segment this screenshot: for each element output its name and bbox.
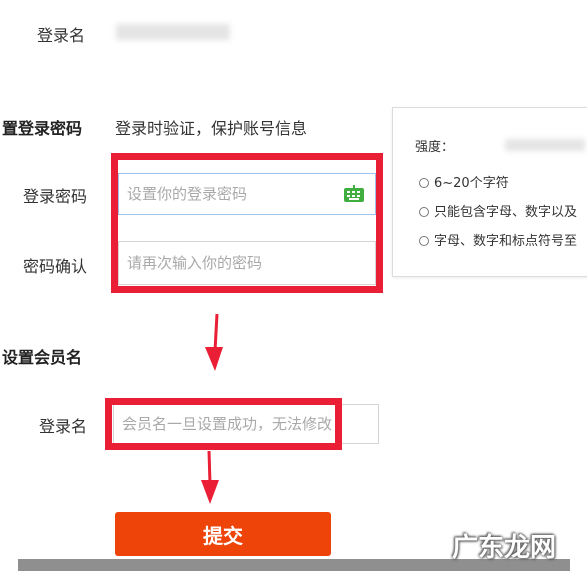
set-password-hint: 登录时验证，保护账号信息 <box>115 119 308 138</box>
member-name-title: 设置会员名 <box>2 348 83 367</box>
tip-rule-3-text: 字母、数字和标点符号至 <box>434 234 578 249</box>
tip-circle-icon <box>419 207 429 217</box>
set-password-title: 置登录密码 <box>2 119 83 138</box>
member-name-input[interactable] <box>113 404 379 444</box>
strength-label: 强度： <box>415 140 455 155</box>
watermark-text: 广东龙网 <box>452 533 557 563</box>
password-tips-panel: 强度： 6~20个字符 只能包含字母、数字以及 字母、数字和标点符号至 <box>392 107 587 277</box>
confirm-password-input[interactable] <box>118 241 376 285</box>
login-name-value-blurred <box>116 24 230 40</box>
tip-circle-icon <box>419 236 429 246</box>
tip-circle-icon <box>419 178 429 188</box>
keyboard-icon[interactable] <box>343 185 365 203</box>
tip-rule-1: 6~20个字符 <box>419 172 509 191</box>
tip-rule-1-text: 6~20个字符 <box>434 176 509 191</box>
arrow-down-icon <box>198 450 222 506</box>
tip-rule-2-text: 只能包含字母、数字以及 <box>434 205 578 220</box>
arrow-down-icon <box>203 313 227 373</box>
password-label: 登录密码 <box>23 187 88 206</box>
tip-rule-2: 只能包含字母、数字以及 <box>419 201 577 220</box>
login-name-label: 登录名 <box>37 26 86 45</box>
strength-bar <box>505 139 585 151</box>
submit-button[interactable]: 提交 <box>115 512 331 556</box>
member-login-label: 登录名 <box>39 417 88 436</box>
password-input[interactable] <box>118 173 376 215</box>
confirm-password-label: 密码确认 <box>23 257 88 276</box>
tip-rule-3: 字母、数字和标点符号至 <box>419 230 577 249</box>
